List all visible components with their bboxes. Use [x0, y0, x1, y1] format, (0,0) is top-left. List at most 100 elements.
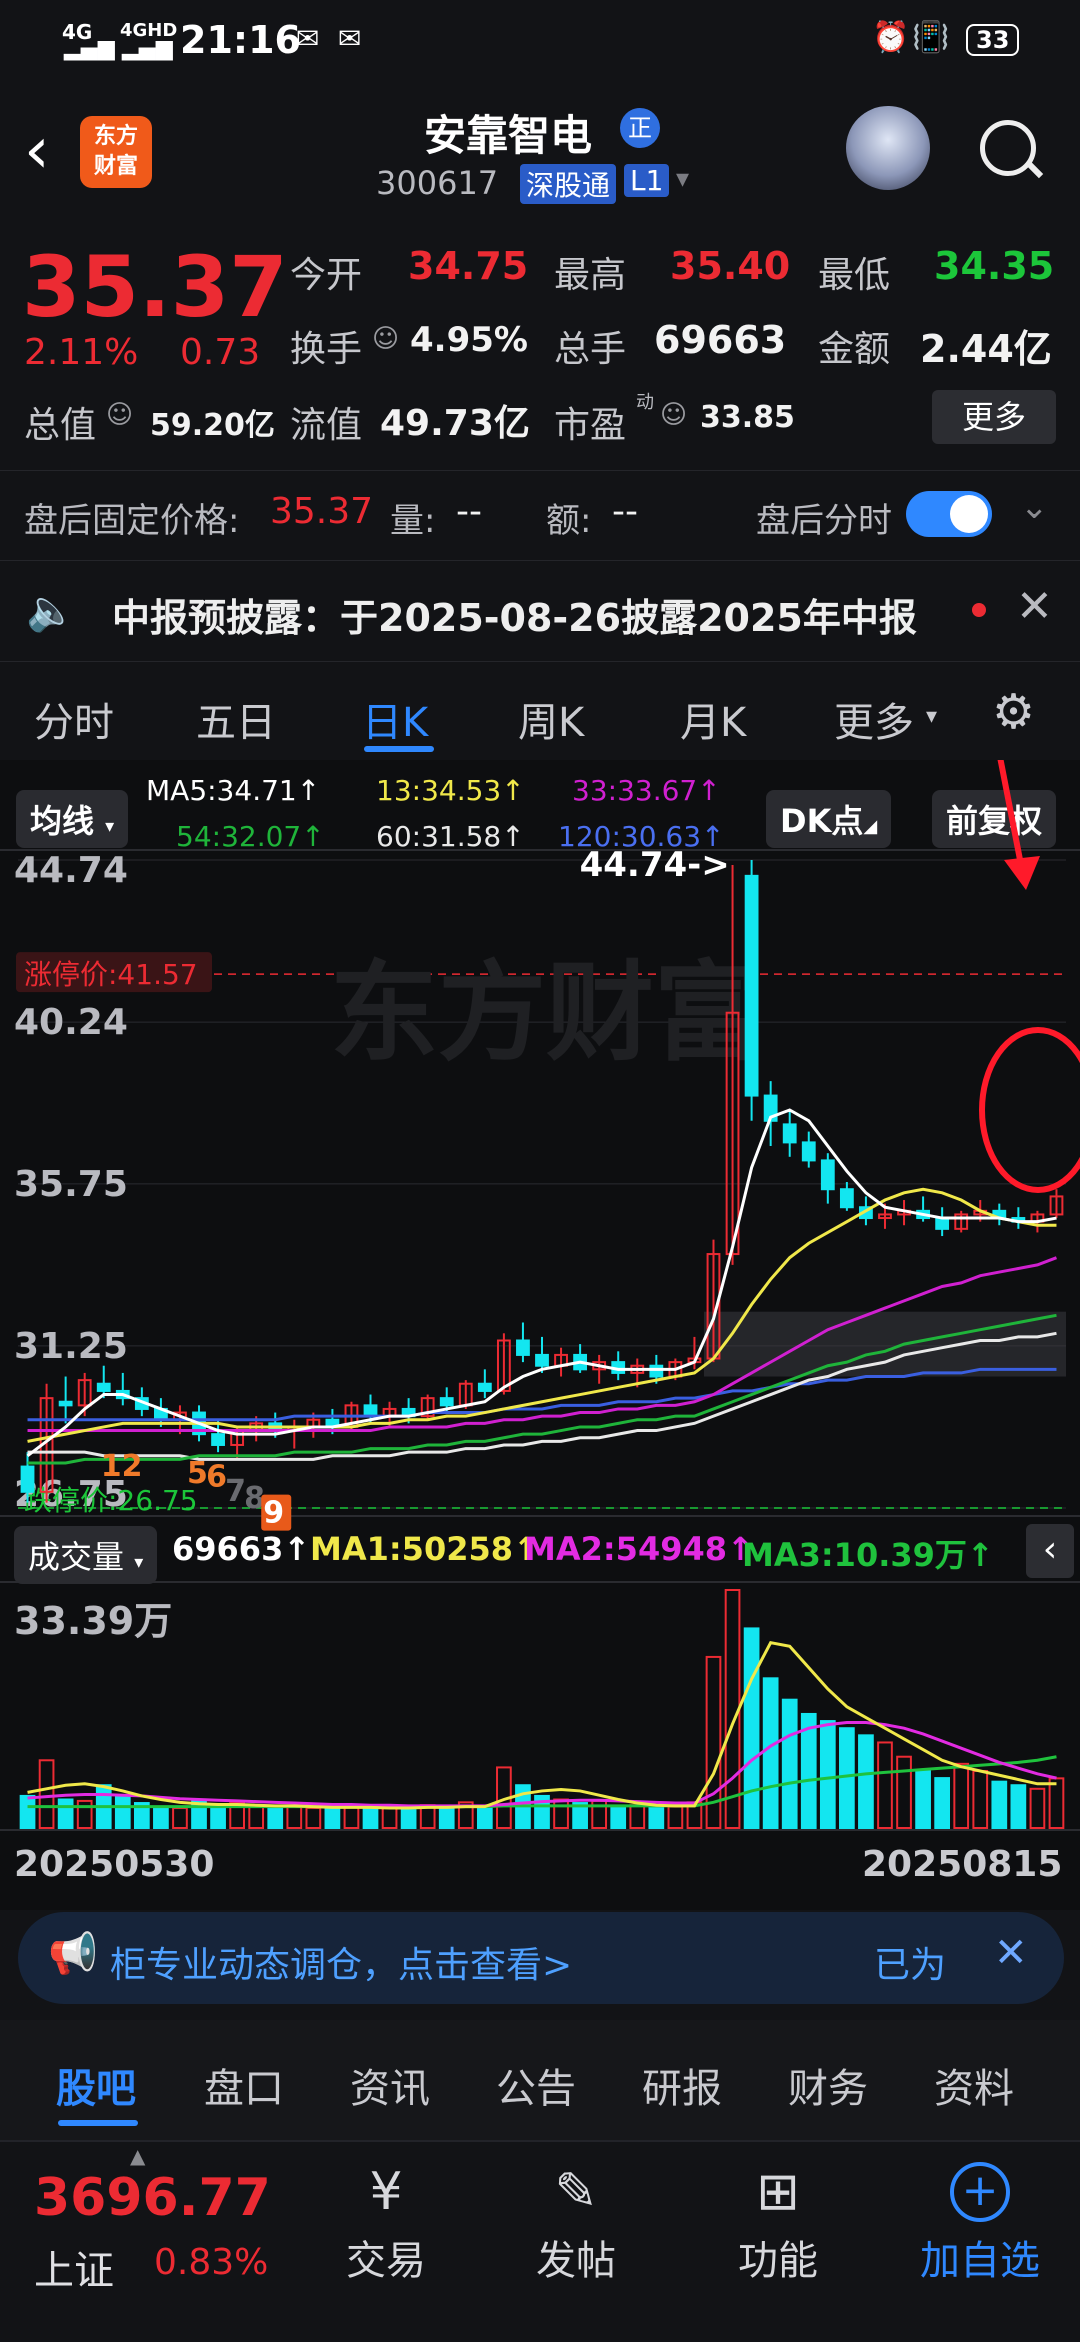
verified-badge: 正 [620, 108, 660, 148]
stock-header: ‹ 东方 财富 安靠智电 正 300617 深股通 L1 ▾ [0, 84, 1080, 220]
tab-intraday[interactable]: 分时 [34, 690, 114, 748]
tab-daily-k[interactable]: 日K [362, 690, 428, 748]
candle-body [649, 1364, 664, 1378]
high-label: 最高 [554, 255, 627, 296]
y-axis-label: 35.75 [14, 1164, 128, 1205]
logo-line-2: 财富 [93, 154, 138, 179]
after-hours-vol-label: 量: [390, 501, 436, 541]
tab-weekly-k[interactable]: 周K [518, 690, 584, 748]
candle-body [211, 1433, 225, 1446]
signal-bars-icon-2: ▂▄▆ [122, 36, 173, 61]
after-hours-amt-label: 额: [546, 501, 592, 541]
kline-chart-area[interactable]: 均线 ▾ MA5:34.71↑ 13:34.53↑ 33:33.67↑ 54:3… [0, 760, 1080, 1910]
volume-bar [762, 1677, 779, 1829]
notice-bar[interactable]: 🔈 中报预披露：于2025-08-26披露2025年中报 ✕ [0, 560, 1080, 662]
tab-more[interactable]: 更多 [834, 690, 914, 748]
back-arrow-icon[interactable]: ‹ [24, 114, 50, 188]
limit-down-label: 跌停价:26.75 [24, 1484, 198, 1517]
volume-bar [267, 1805, 284, 1829]
candle-body [535, 1353, 549, 1367]
volume-value: 69663↑ [172, 1530, 311, 1568]
chevron-down-icon[interactable]: ▾ [676, 164, 689, 194]
post-button[interactable]: ✎ 发帖 [516, 2162, 636, 2286]
amount-value: 2.44亿 [920, 327, 1052, 371]
volume-bar [76, 1799, 93, 1830]
collapse-panel-button[interactable]: ‹ [1026, 1524, 1074, 1578]
logo-line-1: 东方 [93, 124, 138, 149]
volume-bar [114, 1794, 131, 1830]
yen-cycle-icon: ¥ [369, 2162, 403, 2222]
volume-bar [915, 1769, 931, 1829]
gear-icon[interactable]: ⚙ [992, 684, 1035, 740]
tab-order-book[interactable]: 盘口 [204, 2056, 284, 2114]
date-start: 20250530 [14, 1844, 215, 1885]
features-button[interactable]: ⊞ 功能 [718, 2162, 838, 2286]
tab-monthly-k[interactable]: 月K [680, 690, 746, 748]
more-button[interactable]: 更多 [932, 390, 1056, 444]
volume-max-label: 33.39万 [14, 1599, 172, 1643]
pe-label: 市盈 [554, 405, 627, 446]
volume-bar [19, 1794, 36, 1830]
volume-bar [248, 1804, 265, 1830]
candle-body [20, 1465, 35, 1493]
open-value: 34.75 [408, 244, 529, 288]
event-badge: 7 [225, 1474, 246, 1509]
volume-bar [1010, 1784, 1027, 1829]
volume-bar [476, 1805, 493, 1829]
volume-bar [438, 1807, 455, 1829]
after-hours-toggle[interactable] [906, 491, 992, 537]
active-bottom-tab-underline [58, 2120, 138, 2126]
close-icon-2[interactable]: ✕ [994, 1930, 1028, 1976]
promo-banner[interactable]: 📢 柜专业动态调仓，点击查看> 已为 ✕ [18, 1912, 1064, 2004]
high-price-marker: 44.74-> [580, 845, 730, 885]
add-watchlist-button[interactable]: + 加自选 [900, 2162, 1060, 2286]
event-badge: 12 [101, 1449, 143, 1484]
robot-assistant-icon[interactable] [846, 106, 930, 190]
tab-news[interactable]: 资讯 [350, 2056, 430, 2114]
kline-svg: 44.7440.2435.7531.2526.75涨停价:41.57跌停价:26… [0, 760, 1080, 1831]
trade-button[interactable]: ¥ 交易 [326, 2162, 446, 2286]
y-axis-label: 44.74 [14, 850, 128, 891]
candle-body [516, 1339, 530, 1356]
candle-body [744, 874, 759, 1097]
tab-profile[interactable]: 资料 [934, 2056, 1014, 2114]
volume-selector-button[interactable]: 成交量 ▾ [14, 1526, 158, 1584]
volume-bar [324, 1808, 341, 1830]
signal-bars-icon: ▂▄▆ [64, 36, 115, 61]
stock-code: 300617 [376, 164, 499, 202]
edit-icon: ✎ [554, 2162, 598, 2222]
chevron-down-icon-2[interactable]: ⌄ [1020, 487, 1049, 527]
tab-research[interactable]: 研报 [642, 2056, 722, 2114]
period-tabs: 分时 五日 日K 周K 月K 更多 ▾ ⚙ [0, 660, 1080, 760]
tab-announcements[interactable]: 公告 [496, 2056, 576, 2114]
close-icon[interactable]: ✕ [1016, 581, 1053, 632]
volume-label: 总手 [554, 329, 627, 370]
info-icon[interactable]: ☺ [372, 324, 399, 354]
grid-icon: ⊞ [756, 2162, 800, 2222]
info-icon-3[interactable]: ☺ [660, 400, 687, 430]
vibrate-icon: 📳 [912, 20, 950, 55]
exchange-tag[interactable]: 深股通 [520, 164, 617, 204]
banner-right-text: 已为 [874, 1945, 947, 1986]
pe-value: 33.85 [700, 400, 795, 435]
volume-bar [153, 1805, 169, 1829]
banner-text: 柜专业动态调仓，点击查看> [110, 1945, 573, 1986]
tab-forum[interactable]: 股吧 [56, 2056, 136, 2114]
level-tag[interactable]: L1 [624, 164, 670, 197]
pe-superscript: 动 [636, 392, 654, 413]
after-hours-price: 35.37 [270, 491, 374, 532]
tab-five-day[interactable]: 五日 [196, 690, 276, 748]
after-hours-toggle-label: 盘后分时 [756, 501, 892, 541]
app-logo[interactable]: 东方 财富 [80, 116, 152, 188]
low-label: 最低 [818, 255, 891, 296]
candle-body [801, 1141, 816, 1162]
low-value: 34.35 [934, 244, 1055, 288]
expand-caret-icon[interactable]: ▲ [130, 2144, 145, 2168]
index-value[interactable]: 3696.77 [34, 2168, 271, 2228]
info-icon-2[interactable]: ☺ [106, 400, 133, 430]
tab-financials[interactable]: 财务 [788, 2056, 868, 2114]
dropdown-caret-icon: ▾ [926, 704, 938, 729]
volume-bar [1029, 1787, 1046, 1829]
vol-ma2-line [27, 1721, 1057, 1808]
stock-name: 安靠智电 [424, 111, 593, 160]
